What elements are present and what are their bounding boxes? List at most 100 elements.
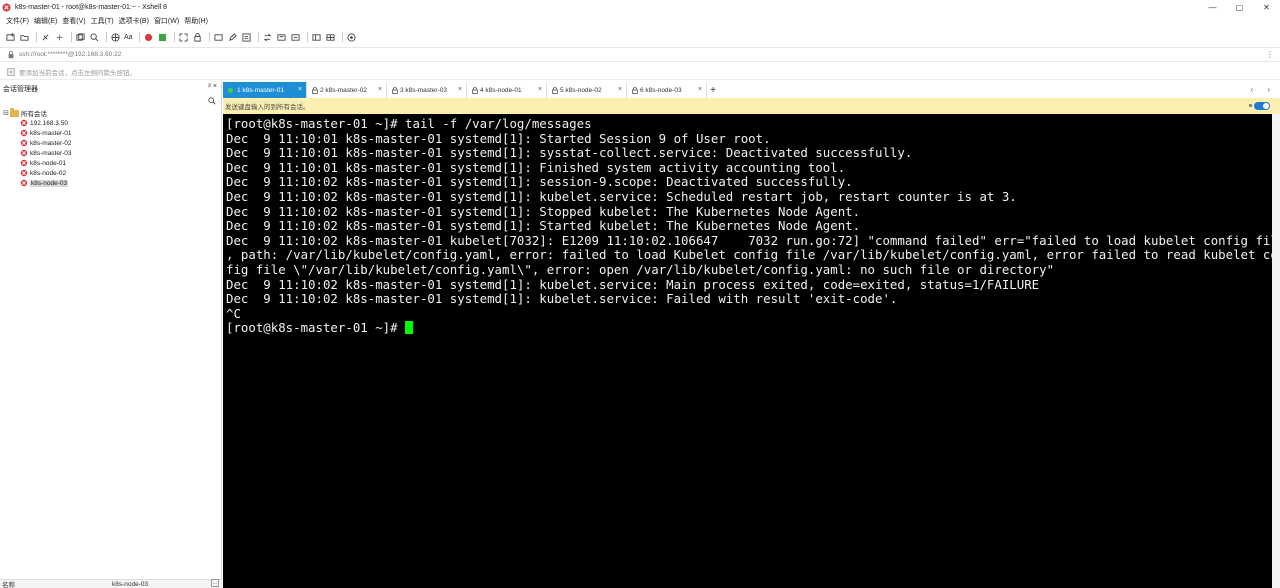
tab-lock-icon: [312, 86, 318, 94]
toolbar-separator: [306, 32, 308, 42]
tab-label: 5 k8s-node-02: [560, 86, 602, 94]
log-icon[interactable]: [276, 32, 287, 43]
compose-icon[interactable]: [227, 32, 238, 43]
layout-icon[interactable]: [311, 32, 322, 43]
maximize-button[interactable]: ▢: [1226, 0, 1253, 14]
connected-status-icon: [228, 87, 233, 93]
terminal-scrollbar[interactable]: [1272, 114, 1280, 588]
toolbar-separator: [36, 32, 37, 42]
menu-tools[interactable]: 工具(T): [91, 16, 114, 26]
session-item[interactable]: 192.168.3.50: [2, 118, 221, 128]
compose-bar: 发送键盘输入的到所有会话。: [223, 98, 1280, 114]
tab-close-icon[interactable]: ×: [458, 86, 462, 93]
session-item-label: k8s-master-01: [30, 129, 72, 137]
keyboard-icon[interactable]: [213, 32, 224, 43]
close-window-button[interactable]: ✕: [1253, 0, 1280, 14]
tab-close-icon[interactable]: ×: [538, 86, 542, 93]
terminal-output[interactable]: [root@k8s-master-01 ~]# tail -f /var/log…: [223, 114, 1280, 588]
connect-icon[interactable]: [40, 32, 51, 43]
tab-lock-icon: [632, 86, 638, 94]
session-item-selected[interactable]: k8s-node-03: [2, 178, 221, 188]
menu-help[interactable]: 帮助(H): [184, 16, 208, 26]
session-item-label: k8s-master-02: [30, 139, 72, 147]
tree-root[interactable]: ⊟ 所有会话: [2, 107, 221, 118]
tab-k8s-master-01[interactable]: 1 k8s-master-01 ×: [223, 82, 307, 98]
property-more-button[interactable]: ...: [211, 579, 219, 587]
session-icon: [20, 129, 28, 137]
add-tab-button[interactable]: +: [707, 82, 719, 98]
transfer-icon[interactable]: [262, 32, 273, 43]
session-properties: 名称 k8s-node-03 ...: [0, 579, 222, 588]
minimize-button[interactable]: —: [1199, 0, 1226, 14]
tab-scroll-arrows[interactable]: ‹ ›: [1250, 85, 1276, 94]
session-icon: [20, 139, 28, 147]
session-item[interactable]: k8s-node-02: [2, 168, 221, 178]
session-item-label: k8s-node-01: [30, 159, 67, 167]
menu-view[interactable]: 查看(V): [62, 16, 85, 26]
tab-close-icon[interactable]: ×: [298, 86, 302, 93]
toolbar: Aa: [0, 29, 1280, 45]
tab-label: 1 k8s-master-01: [237, 86, 284, 94]
tab-close-icon[interactable]: ×: [618, 86, 622, 93]
terminal-prompt-line[interactable]: [root@k8s-master-01 ~]#: [226, 321, 1272, 336]
fullscreen-icon[interactable]: [178, 32, 189, 43]
split-icon[interactable]: [325, 32, 336, 43]
terminal-line: Dec 9 11:10:01 k8s-master-01 systemd[1]:…: [226, 159, 846, 175]
tab-k8s-node-01[interactable]: 4 k8s-node-01 ×: [467, 82, 547, 98]
tab-close-icon[interactable]: ×: [698, 86, 702, 93]
copy-icon[interactable]: [75, 32, 86, 43]
tab-close-icon[interactable]: ×: [378, 86, 382, 93]
tab-lock-icon: [392, 86, 398, 94]
add-session-arrow-icon[interactable]: [7, 67, 15, 76]
session-item[interactable]: k8s-master-01: [2, 128, 221, 138]
terminal-line: Dec 9 11:10:02 k8s-master-01 systemd[1]:…: [226, 218, 861, 234]
session-icon: [20, 119, 28, 127]
toggle-grip-icon: [1249, 104, 1252, 107]
xshell-window: k8s-master-01 - root@k8s-master-01:~ - X…: [0, 0, 1280, 588]
session-item-label: k8s-node-03: [30, 179, 69, 187]
tab-k8s-master-02[interactable]: 2 k8s-master-02 ×: [307, 82, 387, 98]
tab-k8s-node-03[interactable]: 6 k8s-node-03 ×: [627, 82, 707, 98]
collapse-icon[interactable]: ⊟: [2, 109, 10, 117]
terminal-line: Dec 9 11:10:02 k8s-master-01 systemd[1]:…: [226, 188, 1017, 204]
toolbar-separator: [138, 32, 140, 42]
session-search: [0, 95, 221, 108]
tab-k8s-master-03[interactable]: 3 k8s-master-03 ×: [387, 82, 467, 98]
terminal-line: Dec 9 11:10:01 k8s-master-01 systemd[1]:…: [226, 130, 771, 146]
menu-edit[interactable]: 编辑(E): [34, 16, 57, 26]
menu-file[interactable]: 文件(F): [6, 16, 29, 26]
session-item[interactable]: k8s-node-01: [2, 158, 221, 168]
search-icon[interactable]: [208, 97, 216, 105]
session-item[interactable]: k8s-master-02: [2, 138, 221, 148]
terminal-line: , path: /var/lib/kubelet/config.yaml, er…: [226, 247, 1280, 263]
address-input[interactable]: [19, 51, 619, 58]
xftp-green-icon[interactable]: [157, 32, 168, 43]
tab-lock-icon: [552, 86, 558, 94]
address-menu-icon[interactable]: ⋮: [1266, 50, 1274, 59]
globe-icon[interactable]: [110, 32, 121, 43]
open-folder-icon[interactable]: [19, 32, 30, 43]
disconnect-icon[interactable]: [54, 32, 65, 43]
script-icon[interactable]: [241, 32, 252, 43]
panel-pin-close-icon[interactable]: ᵖ ×: [208, 83, 217, 90]
xshell-red-icon[interactable]: [143, 32, 154, 43]
toolbar-separator: [106, 32, 107, 42]
help-icon[interactable]: [346, 32, 357, 43]
hint-text: 要添加当前会话，点击左侧的箭头按钮。: [19, 69, 136, 77]
font-button[interactable]: Aa: [124, 34, 133, 41]
session-item-label: 192.168.3.50: [30, 119, 68, 127]
new-session-icon[interactable]: [5, 32, 16, 43]
compose-toggle[interactable]: [1249, 102, 1270, 110]
terminal-line: Dec 9 11:10:02 k8s-master-01 kubelet[703…: [226, 232, 1280, 248]
find-icon[interactable]: [89, 32, 100, 43]
terminal-line: Dec 9 11:10:02 k8s-master-01 systemd[1]:…: [226, 174, 853, 190]
session-item[interactable]: k8s-master-03: [2, 148, 221, 158]
menu-tab[interactable]: 选项卡(B): [119, 16, 149, 26]
window-title: k8s-master-01 - root@k8s-master-01:~ - X…: [15, 3, 168, 11]
address-bar: ⋮: [0, 47, 1280, 62]
tunnel-icon[interactable]: [290, 32, 301, 43]
menu-window[interactable]: 窗口(W): [154, 16, 179, 26]
session-icon: [20, 179, 28, 187]
tab-k8s-node-02[interactable]: 5 k8s-node-02 ×: [547, 82, 627, 98]
lock-icon[interactable]: [192, 32, 203, 43]
